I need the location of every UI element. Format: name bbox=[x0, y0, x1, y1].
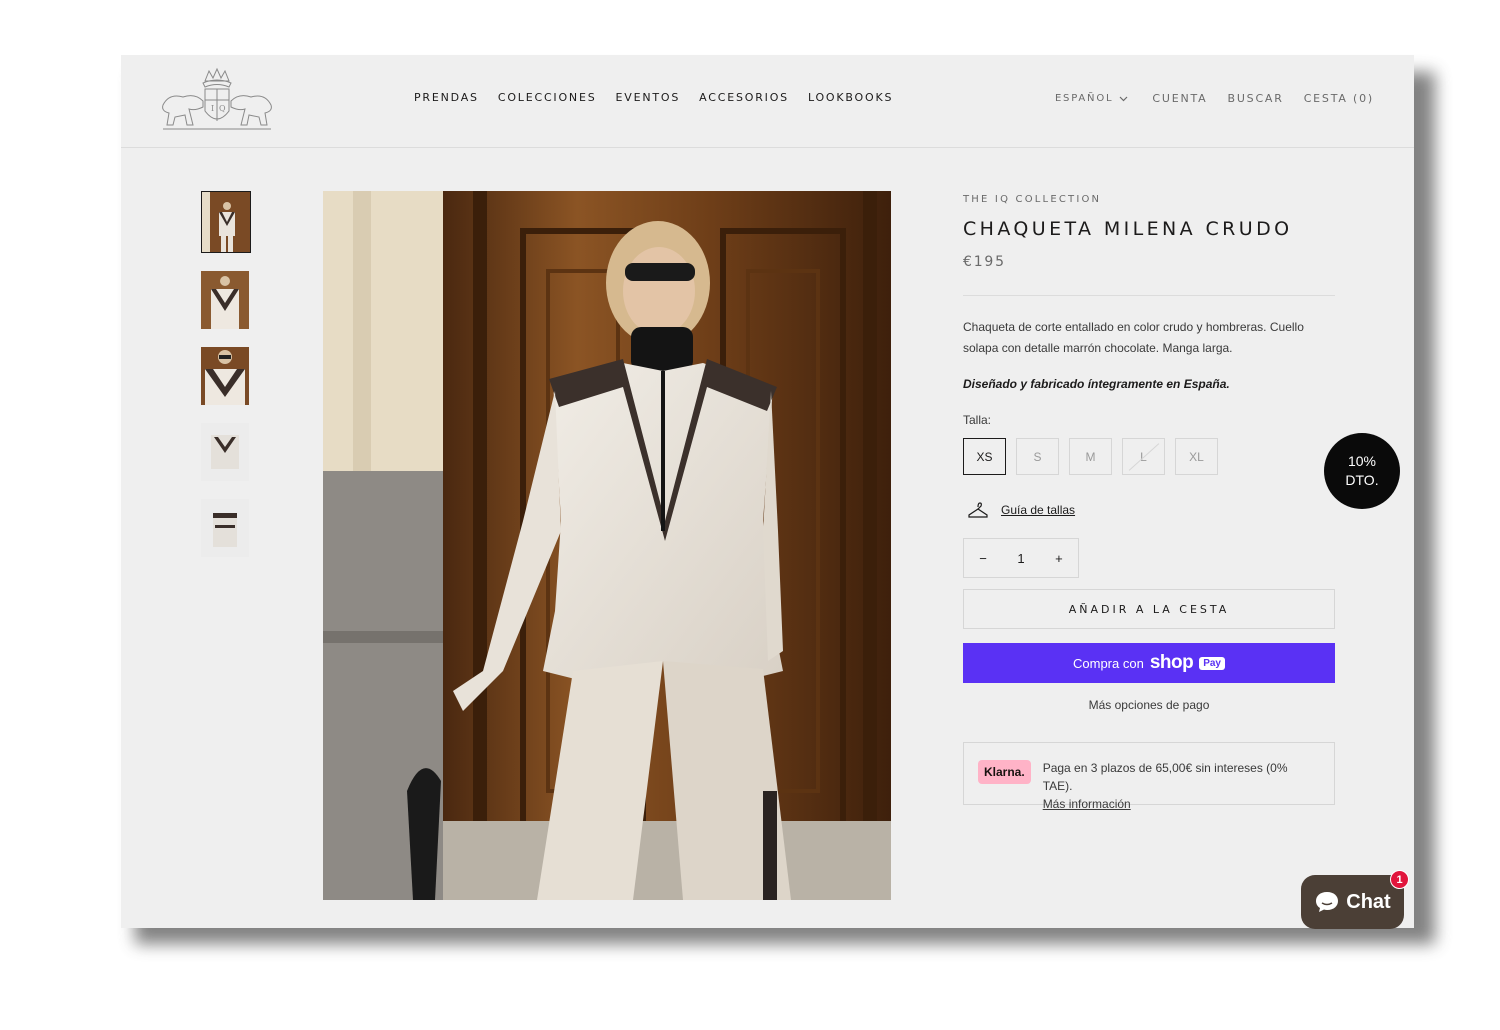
klarna-text: Paga en 3 plazos de 65,00€ sin intereses… bbox=[1042, 761, 1288, 793]
quantity-increase-button[interactable]: + bbox=[1055, 551, 1063, 566]
brand-logo[interactable]: I Q bbox=[159, 67, 275, 133]
chat-notification-badge: 1 bbox=[1390, 870, 1409, 889]
size-guide-link[interactable]: Guía de tallas bbox=[1001, 503, 1075, 517]
size-label: Talla: bbox=[963, 413, 992, 427]
made-in-note: Diseñado y fabricado íntegramente en Esp… bbox=[963, 377, 1230, 391]
hanger-icon bbox=[968, 502, 988, 518]
shop-pay-badge: Pay bbox=[1199, 656, 1225, 670]
chat-label: Chat bbox=[1346, 890, 1391, 913]
product-title: CHAQUETA MILENA CRUDO bbox=[963, 218, 1293, 240]
chat-bubble-icon bbox=[1316, 892, 1339, 912]
chat-button[interactable]: Chat bbox=[1301, 875, 1404, 929]
nav-eventos[interactable]: EVENTOS bbox=[616, 91, 681, 104]
svg-text:I: I bbox=[211, 104, 214, 113]
size-option-xl[interactable]: XL bbox=[1175, 438, 1218, 475]
main-nav: PRENDAS COLECCIONES EVENTOS ACCESORIOS L… bbox=[414, 91, 893, 104]
product-info: THE IQ COLLECTION CHAQUETA MILENA CRUDO … bbox=[963, 191, 1335, 811]
size-selector: XS S M L XL bbox=[963, 438, 1335, 475]
product-description: Chaqueta de corte entallado en color cru… bbox=[963, 320, 1304, 355]
nav-accesorios[interactable]: ACCESORIOS bbox=[699, 91, 789, 104]
quantity-stepper: − 1 + bbox=[963, 538, 1079, 578]
language-selector[interactable]: ESPAÑOL bbox=[1055, 93, 1128, 104]
product-main-image[interactable] bbox=[323, 191, 891, 900]
add-to-cart-button[interactable]: AÑADIR A LA CESTA bbox=[963, 589, 1335, 629]
thumbnail-list bbox=[201, 191, 251, 575]
thumbnail-3[interactable] bbox=[201, 347, 249, 405]
klarna-widget: Klarna. Paga en 3 plazos de 65,00€ sin i… bbox=[963, 742, 1335, 811]
cart-link[interactable]: CESTA (0) bbox=[1304, 92, 1374, 105]
nav-colecciones[interactable]: COLECCIONES bbox=[498, 91, 597, 104]
thumbnail-2[interactable] bbox=[201, 271, 249, 329]
language-label: ESPAÑOL bbox=[1054, 93, 1114, 104]
thumbnail-5[interactable] bbox=[201, 499, 249, 557]
quantity-decrease-button[interactable]: − bbox=[979, 551, 987, 566]
klarna-more-info-link[interactable]: Más información bbox=[1043, 795, 1320, 813]
nav-lookbooks[interactable]: LOOKBOOKS bbox=[808, 91, 893, 104]
discount-line-1: 10% bbox=[1347, 453, 1377, 469]
thumbnail-1[interactable] bbox=[201, 191, 251, 253]
nav-prendas[interactable]: PRENDAS bbox=[414, 91, 479, 104]
klarna-logo: Klarna. bbox=[978, 760, 1031, 784]
size-option-s[interactable]: S bbox=[1016, 438, 1059, 475]
discount-line-2: DTO. bbox=[1345, 472, 1379, 488]
klarna-message: Paga en 3 plazos de 65,00€ sin intereses… bbox=[1043, 759, 1320, 813]
page: I Q PRENDAS COLECCIONES EVENTOS ACCESORI… bbox=[121, 55, 1414, 928]
shop-pay-prefix: Compra con bbox=[1073, 655, 1144, 671]
header-actions: ESPAÑOL CUENTA BUSCAR CESTA (0) bbox=[1055, 92, 1374, 105]
thumbnail-4[interactable] bbox=[201, 423, 249, 481]
shop-pay-button[interactable]: Compra con shop Pay bbox=[963, 643, 1335, 683]
size-option-xs[interactable]: XS bbox=[963, 438, 1006, 475]
size-option-l[interactable]: L bbox=[1122, 438, 1165, 475]
account-link[interactable]: CUENTA bbox=[1152, 92, 1207, 105]
svg-text:Q: Q bbox=[219, 104, 226, 113]
size-guide[interactable]: Guía de tallas bbox=[967, 501, 1335, 519]
product-vendor[interactable]: THE IQ COLLECTION bbox=[963, 194, 1335, 205]
more-payment-options-link[interactable]: Más opciones de pago bbox=[963, 698, 1335, 712]
discount-popup-button[interactable]: 10% DTO. bbox=[1324, 433, 1400, 509]
divider bbox=[963, 295, 1335, 296]
search-link[interactable]: BUSCAR bbox=[1227, 92, 1283, 105]
size-option-m[interactable]: M bbox=[1069, 438, 1112, 475]
quantity-value[interactable]: 1 bbox=[1017, 551, 1024, 566]
site-header: I Q PRENDAS COLECCIONES EVENTOS ACCESORI… bbox=[121, 55, 1414, 148]
product-price: €195 bbox=[963, 254, 1006, 270]
chevron-down-icon bbox=[1119, 96, 1128, 101]
shop-pay-logo: shop bbox=[1149, 652, 1194, 673]
